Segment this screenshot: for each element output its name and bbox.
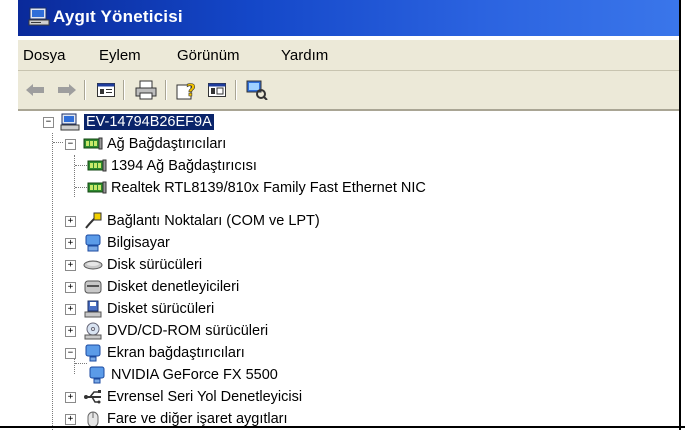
show-hide-icon[interactable] [206,79,228,101]
window-border-bottom [0,426,685,428]
category-label: Fare ve diğer işaret aygıtları [107,411,288,427]
network-icon [83,135,103,153]
tree-guide-line [75,363,87,364]
device-label: 1394 Ağ Bağdaştırıcısı [111,158,257,174]
tree-guide-line [75,187,87,188]
category-label: Disket sürücüleri [107,301,215,317]
category-label: DVD/CD-ROM sürücüleri [107,323,269,339]
expand-toggle[interactable]: + [65,238,76,249]
port-icon [83,212,103,230]
window-title: Aygıt Yöneticisi [53,7,183,26]
category-label: Disk sürücüleri [107,257,203,273]
tree-guide-line [75,165,87,166]
tree-category[interactable]: DVD/CD-ROM sürücüleri [83,321,268,341]
tree-category[interactable]: Disket sürücüleri [83,299,214,319]
collapse-toggle[interactable]: − [43,117,54,128]
category-label: Evrensel Seri Yol Denetleyicisi [107,389,303,405]
back-icon[interactable] [24,79,46,101]
menu-bar: Dosya Eylem Görünüm Yardım [18,40,680,71]
device-label: Realtek RTL8139/810x Family Fast Etherne… [111,180,426,196]
tree-guide-line [74,155,75,197]
collapse-toggle[interactable]: − [65,348,76,359]
expand-toggle[interactable]: + [65,326,76,337]
scan-hardware-icon[interactable] [246,79,268,101]
window-border-right [679,0,681,430]
category-label: Bilgisayar [107,235,170,251]
computer-icon [83,234,103,252]
tree-device[interactable]: 1394 Ağ Bağdaştırıcısı [87,156,257,176]
toolbar-separator [84,80,85,100]
tree-category[interactable]: Ekran bağdaştırıcıları [83,343,245,363]
computer-icon [60,113,80,131]
tree-guide-line [53,142,63,143]
toolbar-separator [235,80,236,100]
menu-yardim[interactable]: Yardım [281,47,328,64]
network-card-icon [87,179,107,197]
root-label: EV-14794B26EF9A [84,114,214,130]
collapse-toggle[interactable]: − [65,139,76,150]
display-adapter-icon [87,366,107,384]
menu-gorunum[interactable]: Görünüm [177,47,240,64]
menu-dosya[interactable]: Dosya [23,47,66,64]
device-label: NVIDIA GeForce FX 5500 [111,367,278,383]
category-label: Ekran bağdaştırıcıları [107,345,245,361]
disk-icon [83,256,103,274]
cdrom-icon [83,322,103,340]
svg-text:?: ? [186,81,196,101]
tree-category[interactable]: Bağlantı Noktaları (COM ve LPT) [83,211,320,231]
network-card-icon [87,157,107,175]
menu-eylem[interactable]: Eylem [99,47,141,64]
device-tree[interactable]: − EV-14794B26EF9A − Ağ Bağdaştırıcıları … [18,111,680,430]
category-label: Disket denetleyicileri [107,279,240,295]
floppy-drive-icon [83,300,103,318]
tree-device[interactable]: NVIDIA GeForce FX 5500 [87,365,278,385]
tree-category[interactable]: Bilgisayar [83,233,170,253]
toolbar-separator [165,80,166,100]
expand-toggle[interactable]: + [65,414,76,425]
device-manager-icon [28,7,50,32]
expand-toggle[interactable]: + [65,392,76,403]
tree-category[interactable]: Ağ Bağdaştırıcıları [83,134,226,154]
title-bar[interactable]: Aygıt Yöneticisi [18,0,680,36]
tree-category[interactable]: Disk sürücüleri [83,255,202,275]
toolbar-separator [123,80,124,100]
properties-view-icon[interactable] [95,79,117,101]
usb-icon [83,388,103,406]
tree-category[interactable]: Disket denetleyicileri [83,277,239,297]
expand-toggle[interactable]: + [65,260,76,271]
category-label: Bağlantı Noktaları (COM ve LPT) [107,213,320,229]
expand-toggle[interactable]: + [65,216,76,227]
tree-root[interactable]: EV-14794B26EF9A [60,112,214,132]
floppy-controller-icon [83,278,103,296]
tree-device[interactable]: Realtek RTL8139/810x Family Fast Etherne… [87,178,426,198]
forward-icon[interactable] [56,79,78,101]
tree-category[interactable]: Evrensel Seri Yol Denetleyicisi [83,387,302,407]
toolbar: ? [18,71,680,111]
category-label: Ağ Bağdaştırıcıları [107,136,227,152]
print-icon[interactable] [135,79,157,101]
expand-toggle[interactable]: + [65,304,76,315]
expand-toggle[interactable]: + [65,282,76,293]
display-icon [83,344,103,362]
device-manager-window: Aygıt Yöneticisi Dosya Eylem Görünüm Yar… [18,0,680,430]
help-icon[interactable]: ? [176,79,198,101]
tree-guide-line [52,133,53,430]
